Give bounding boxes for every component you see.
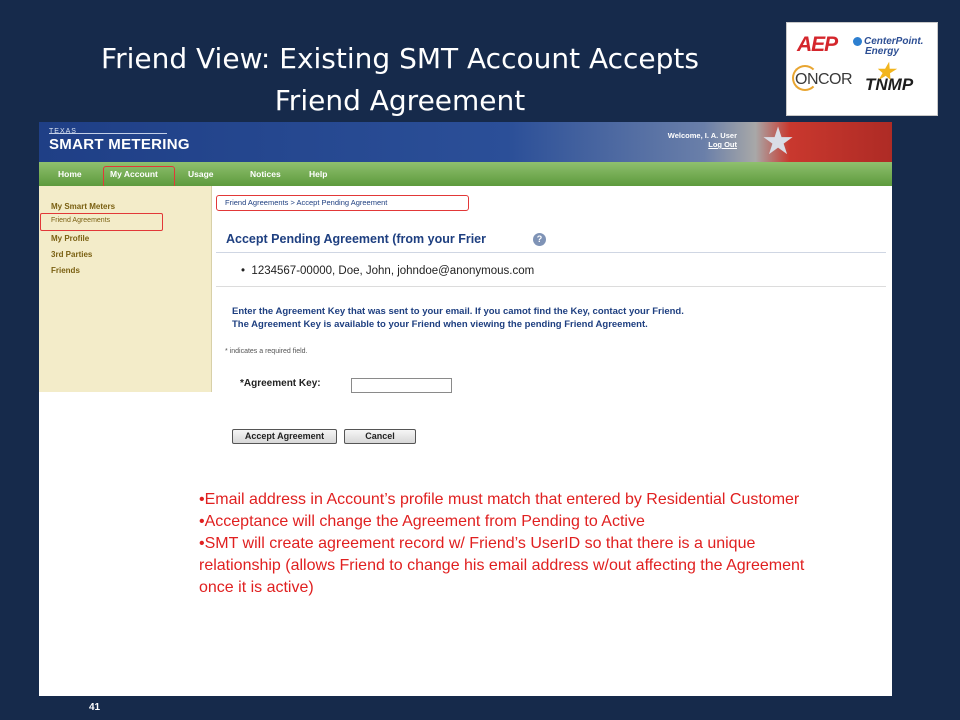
agreement-key-input[interactable]: [351, 378, 452, 393]
centerpoint-logo-line-2: Energy: [865, 46, 899, 58]
slide-title: Friend View: Existing SMT Account Accept…: [40, 38, 760, 122]
nav-my-account-highlight: [103, 166, 175, 188]
nav-usage[interactable]: Usage: [188, 169, 214, 179]
accept-agreement-button[interactable]: Accept Agreement: [232, 429, 337, 444]
sidebar-item-friend-agreements-label: Friend Agreements: [51, 217, 111, 224]
welcome-text: Welcome, I. A. User: [667, 131, 737, 140]
centerpoint-icon: [853, 37, 862, 46]
account-details: 1234567-00000, Doe, John, johndoe@anonym…: [251, 265, 535, 277]
note-item: •SMT will create agreement record w/ Fri…: [199, 535, 805, 596]
nav-home[interactable]: Home: [58, 169, 82, 179]
breadcrumb: Friend Agreements > Accept Pending Agree…: [216, 195, 469, 211]
site-logo[interactable]: SMART METERING: [49, 136, 190, 153]
tnmp-star-icon: ★: [875, 59, 895, 84]
centerpoint-logo: CenterPoint. Energy: [853, 37, 923, 57]
sidebar-item-my-smart-meters[interactable]: My Smart Meters: [51, 202, 115, 211]
texas-star-icon: ★: [761, 122, 796, 163]
utility-logos: AEP CenterPoint. Energy ONCOR ★ TNMP: [786, 22, 938, 116]
welcome-block: Welcome, I. A. User Log Out: [657, 131, 737, 149]
sidebar-item-friends[interactable]: Friends: [51, 266, 80, 275]
page-number: 41: [89, 702, 101, 713]
account-bullet: •: [241, 265, 246, 277]
oncor-ring-icon: [792, 65, 818, 91]
required-note: * indicates a required field.: [225, 348, 308, 355]
breadcrumb-text[interactable]: Friend Agreements > Accept Pending Agree…: [225, 198, 387, 207]
page-title: Accept Pending Agreement (from your Frie…: [226, 232, 486, 246]
instructions-line-1: Enter the Agreement Key that was sent to…: [232, 306, 684, 317]
note-item: •Email address in Account’s profile must…: [199, 491, 800, 508]
nav-help[interactable]: Help: [309, 169, 327, 179]
aep-logo: AEP: [797, 33, 838, 56]
cancel-button[interactable]: Cancel: [344, 429, 416, 444]
logout-link[interactable]: Log Out: [657, 140, 737, 149]
slide-notes: •Email address in Account’s profile must…: [199, 489, 839, 599]
title-divider: [216, 252, 886, 253]
help-icon[interactable]: ?: [533, 233, 546, 246]
site-logo-rule: [49, 133, 167, 134]
instructions: Enter the Agreement Key that was sent to…: [232, 305, 684, 331]
smt-screenshot: TEXAS SMART METERING Welcome, I. A. User…: [39, 122, 892, 696]
oncor-logo: ONCOR: [792, 65, 853, 91]
slide-title-line-2: Friend Agreement: [274, 84, 526, 117]
sidebar-item-3rd-parties[interactable]: 3rd Parties: [51, 250, 92, 259]
tnmp-logo: ★ TNMP: [865, 59, 913, 95]
site-header: TEXAS SMART METERING Welcome, I. A. User…: [39, 122, 892, 162]
account-line: • 1234567-00000, Doe, John, johndoe@anon…: [241, 265, 534, 277]
instructions-line-2: The Agreement Key is available to your F…: [232, 319, 648, 330]
note-item: •Acceptance will change the Agreement fr…: [199, 513, 645, 530]
nav-notices[interactable]: Notices: [250, 169, 281, 179]
agreement-key-label: *Agreement Key:: [240, 378, 321, 389]
content-divider: [216, 286, 886, 287]
sidebar-item-my-profile[interactable]: My Profile: [51, 234, 89, 243]
slide-title-line-1: Friend View: Existing SMT Account Accept…: [101, 42, 699, 75]
sidebar-item-friend-agreements[interactable]: Friend Agreements: [40, 213, 163, 231]
